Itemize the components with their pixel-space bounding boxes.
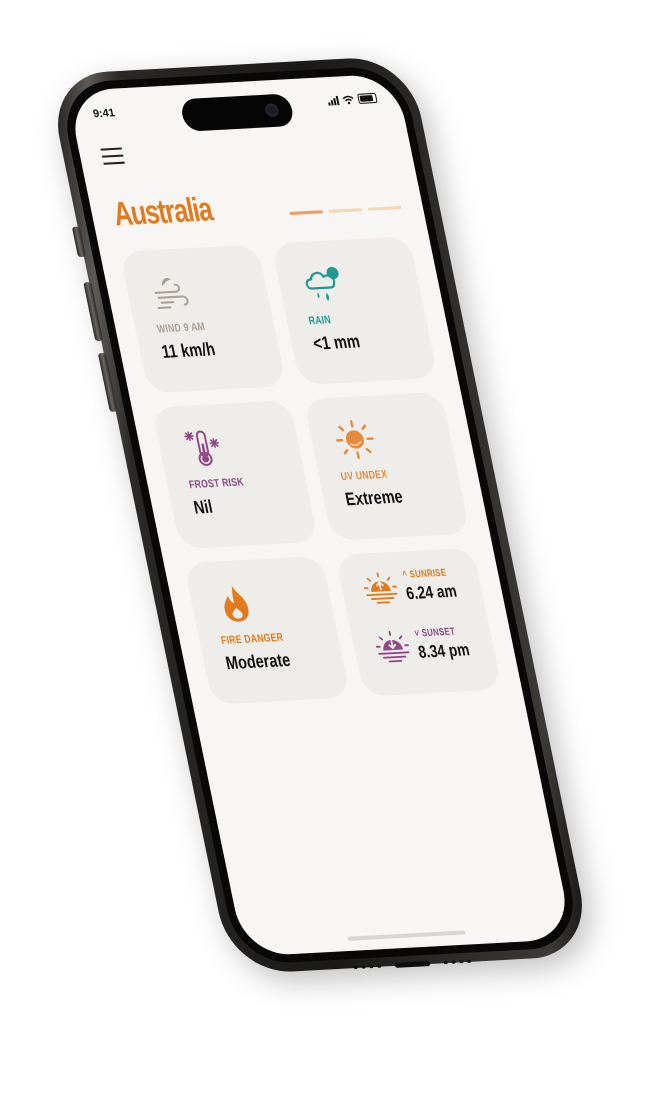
fire-danger-label: FIRE DANGER <box>220 631 285 648</box>
rain-card[interactable]: RAIN <1 mm <box>271 236 439 386</box>
fire-danger-card[interactable]: FIRE DANGER Moderate <box>183 555 351 705</box>
wind-icon <box>154 277 189 310</box>
product-mockup: 9:41 Australia WIND 9 AM 11 km/h RAIN <1… <box>0 0 646 1093</box>
page-dot-1[interactable] <box>289 210 324 216</box>
dynamic-island <box>179 93 296 132</box>
frost-risk-value: Nil <box>191 496 215 518</box>
battery-icon <box>357 92 378 104</box>
sunset-icon <box>375 630 410 663</box>
rain-label: RAIN <box>307 314 333 328</box>
sunset-row: ˅ SUNSET 8.34 pm <box>371 625 483 665</box>
hamburger-menu-icon[interactable] <box>100 147 126 166</box>
page-indicator[interactable] <box>289 205 402 216</box>
frost-risk-label: FROST RISK <box>188 476 245 492</box>
uv-index-label: UV UNDEX <box>339 468 389 484</box>
thermometer-snow-icon <box>184 430 219 466</box>
uv-index-value: Extreme <box>343 486 405 510</box>
rain-cloud-icon <box>305 266 339 301</box>
sunset-label: ˅ SUNSET <box>413 626 457 640</box>
wifi-icon <box>342 95 354 104</box>
phone-device: 9:41 Australia WIND 9 AM 11 km/h RAIN <1… <box>46 55 594 975</box>
wind-value: 11 km/h <box>159 338 217 362</box>
status-icons <box>327 92 378 106</box>
uv-index-card[interactable]: UV UNDEX Extreme <box>303 391 471 541</box>
page-title: Australia <box>109 189 215 233</box>
sunrise-label-text: SUNRISE <box>408 567 448 581</box>
sunset-value: 8.34 pm <box>416 639 472 662</box>
sun-icon <box>336 420 374 459</box>
sun-times-card[interactable]: ^ SUNRISE 6.24 am ˅ SUNSET 8.34 pm <box>335 547 503 697</box>
sunrise-label: ^ SUNRISE <box>401 567 448 582</box>
cellular-signal-icon <box>327 95 340 106</box>
fire-danger-value: Moderate <box>223 649 293 674</box>
home-indicator[interactable] <box>347 930 466 941</box>
wind-label: WIND 9 AM <box>156 320 207 336</box>
flame-icon <box>224 585 249 622</box>
status-time: 9:41 <box>91 107 116 121</box>
sunrise-row: ^ SUNRISE 6.24 am <box>358 567 469 607</box>
sunrise-icon <box>363 572 398 604</box>
sunset-label-text: SUNSET <box>420 626 457 640</box>
camera-icon <box>264 103 280 118</box>
rain-value: <1 mm <box>311 330 362 354</box>
page-dot-2[interactable] <box>328 208 363 213</box>
frost-risk-card[interactable]: FROST RISK Nil <box>151 400 319 550</box>
sunrise-value: 6.24 am <box>404 581 459 604</box>
page-dot-3[interactable] <box>367 205 402 211</box>
wind-card[interactable]: WIND 9 AM 11 km/h <box>119 244 287 394</box>
